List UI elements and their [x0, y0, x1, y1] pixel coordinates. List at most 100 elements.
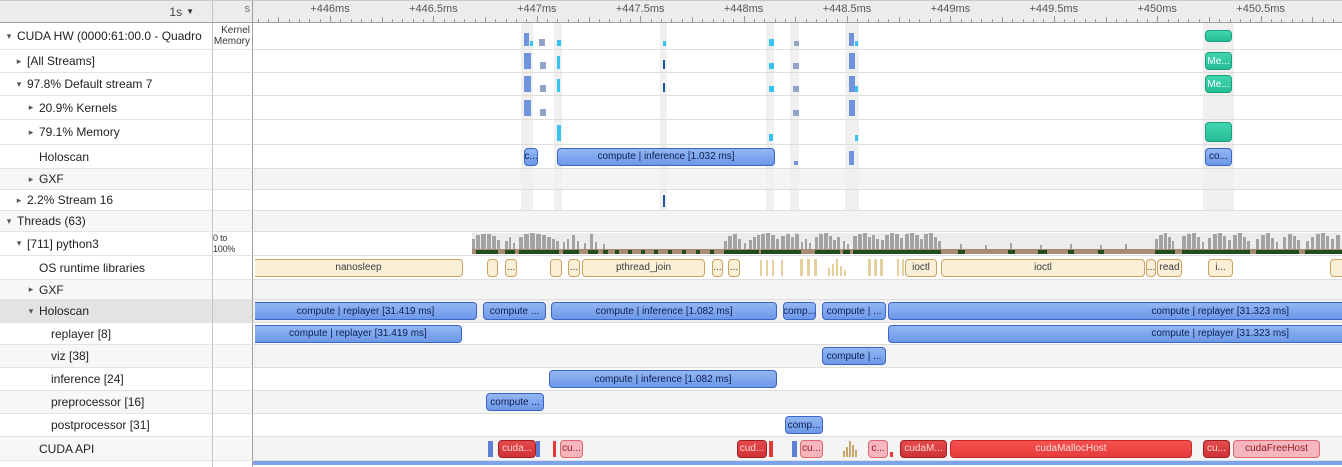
- timeline-row-holoscan-thread[interactable]: compute | replayer [31.419 ms] compute ..…: [253, 300, 1342, 323]
- event-tick[interactable]: [781, 260, 783, 276]
- sidebar-item-stream-16[interactable]: ▸2.2% Stream 16: [0, 190, 213, 211]
- event-bar-nvtx[interactable]: compute | ...: [822, 302, 886, 320]
- event-bar-os[interactable]: pthread_join: [582, 259, 705, 277]
- sidebar-item-next-row[interactable]: [0, 461, 213, 467]
- event-bar-nvtx[interactable]: comp...: [783, 302, 816, 320]
- timeline-row-next-row[interactable]: [253, 461, 1342, 467]
- sidebar-item-cuda-hw[interactable]: ▾CUDA HW (0000:61:00.0 - Quadro: [0, 23, 213, 50]
- event-tick[interactable]: [890, 452, 893, 457]
- event-bar-os[interactable]: ...: [1146, 259, 1156, 277]
- event-bar-nvtx[interactable]: compute | replayer [31.419 ms]: [255, 325, 462, 343]
- timeline-row-threads[interactable]: [253, 211, 1342, 232]
- timeline-row-holoscan-cuda[interactable]: c...compute | inference [1.032 ms]co...: [253, 145, 1342, 169]
- sidebar-item-os-runtime[interactable]: OS runtime libraries: [0, 256, 213, 280]
- event-tick[interactable]: [557, 56, 560, 69]
- event-tick[interactable]: [793, 86, 799, 92]
- event-tick[interactable]: [855, 86, 858, 92]
- event-tick[interactable]: [843, 451, 845, 457]
- timeline-row-preprocessor[interactable]: compute ...: [253, 391, 1342, 414]
- timeline-row-cuda-hw[interactable]: [253, 23, 1342, 50]
- event-bar-nvtx[interactable]: compute ...: [483, 302, 546, 320]
- event-tick[interactable]: [793, 63, 799, 69]
- event-bar-nvtx[interactable]: co...: [1205, 148, 1232, 166]
- timeline-row-viz[interactable]: compute | ...: [253, 345, 1342, 368]
- event-bar-nvtx[interactable]: compute ...: [486, 393, 544, 411]
- sidebar-item-memory[interactable]: ▸79.1% Memory: [0, 120, 213, 145]
- timeline-row-replayer[interactable]: compute | replayer [31.419 ms] compute | …: [253, 323, 1342, 345]
- event-tick[interactable]: [849, 53, 855, 69]
- event-tick[interactable]: [540, 62, 546, 69]
- event-tick[interactable]: [840, 266, 842, 276]
- event-tick[interactable]: [663, 60, 665, 69]
- event-bar-nvtx[interactable]: compute | inference [1.082 ms]: [551, 302, 777, 320]
- event-tick[interactable]: [897, 259, 899, 276]
- event-tick[interactable]: [849, 441, 851, 457]
- event-bar-api-dark[interactable]: cudaM...: [900, 440, 947, 458]
- event-tick[interactable]: [663, 195, 665, 207]
- event-tick[interactable]: [844, 270, 846, 276]
- timescale-dropdown[interactable]: 1s ▼: [0, 1, 213, 22]
- event-bar-teal[interactable]: Me...: [1205, 52, 1232, 70]
- event-bar-nvtx[interactable]: compute | replayer [31.323 ms]: [888, 302, 1342, 320]
- event-bar-api-light[interactable]: cudaFreeHost: [1233, 440, 1320, 458]
- expander-icon[interactable]: ▾: [4, 31, 14, 42]
- sidebar-item-replayer[interactable]: replayer [8]: [0, 323, 213, 345]
- event-bar-os[interactable]: ...: [568, 259, 580, 277]
- event-tick[interactable]: [874, 259, 877, 276]
- timeline-row-gxf-thread[interactable]: [253, 280, 1342, 300]
- event-bar-api-light[interactable]: cu...: [800, 440, 823, 458]
- timeline-row-python3[interactable]: [253, 232, 1342, 256]
- event-tick[interactable]: [557, 40, 561, 46]
- event-bar-nvtx[interactable]: c...: [524, 148, 538, 166]
- event-tick[interactable]: [855, 135, 858, 141]
- event-bar-teal[interactable]: [1205, 30, 1232, 42]
- event-bar-api-light[interactable]: c...: [868, 440, 888, 458]
- event-tick[interactable]: [524, 53, 531, 69]
- event-tick[interactable]: [880, 259, 883, 276]
- event-bar-nvtx[interactable]: compute | inference [1.082 ms]: [549, 370, 777, 388]
- sidebar-item-threads[interactable]: ▾Threads (63): [0, 211, 213, 232]
- event-tick[interactable]: [540, 85, 546, 92]
- event-tick[interactable]: [769, 134, 773, 141]
- event-tick[interactable]: [663, 83, 665, 92]
- event-tick[interactable]: [855, 450, 857, 457]
- sidebar-item-cuda-api[interactable]: CUDA API: [0, 437, 213, 461]
- timeline-row-memory[interactable]: [253, 120, 1342, 145]
- event-bar-os[interactable]: ...: [505, 259, 517, 277]
- expander-icon[interactable]: ▸: [26, 284, 36, 295]
- expander-icon[interactable]: ▸: [26, 174, 36, 185]
- event-bar-os[interactable]: [550, 259, 562, 277]
- expander-icon[interactable]: ▸: [14, 195, 24, 206]
- event-tick[interactable]: [536, 441, 540, 457]
- expander-icon[interactable]: ▾: [4, 216, 14, 227]
- event-tick[interactable]: [852, 445, 854, 457]
- event-bar-os[interactable]: ioctl: [905, 259, 937, 277]
- event-tick[interactable]: [766, 260, 768, 276]
- event-tick[interactable]: [807, 259, 810, 276]
- sidebar-item-postprocessor[interactable]: postprocessor [31]: [0, 414, 213, 437]
- event-tick[interactable]: [814, 259, 817, 276]
- event-tick[interactable]: [553, 441, 556, 457]
- timeline-ruler[interactable]: +446ms+446.5ms+447ms+447.5ms+448ms+448.5…: [253, 1, 1342, 22]
- event-tick[interactable]: [902, 259, 904, 276]
- timeline-row-default-stream-7[interactable]: Me...: [253, 73, 1342, 96]
- event-bar-nvtx[interactable]: comp...: [785, 416, 823, 434]
- event-tick[interactable]: [836, 259, 838, 276]
- event-tick[interactable]: [539, 39, 545, 46]
- event-tick[interactable]: [769, 86, 774, 92]
- event-tick[interactable]: [849, 33, 854, 46]
- expander-icon[interactable]: ▸: [26, 102, 36, 113]
- event-tick[interactable]: [760, 260, 762, 276]
- timeline-row-cuda-api[interactable]: cuda...cu...cud...cu...c...cudaM...cudaM…: [253, 437, 1342, 461]
- sidebar-item-preprocessor[interactable]: preprocessor [16]: [0, 391, 213, 414]
- timeline-row-kernels[interactable]: [253, 96, 1342, 120]
- sidebar-item-gxf-thread[interactable]: ▸GXF: [0, 280, 213, 300]
- timeline-row-inference[interactable]: compute | inference [1.082 ms]: [253, 368, 1342, 391]
- event-tick[interactable]: [488, 441, 493, 457]
- event-bar-nvtx[interactable]: compute | replayer [31.323 ms]: [888, 325, 1342, 343]
- event-tick[interactable]: [769, 63, 774, 69]
- sidebar-item-all-streams[interactable]: ▸[All Streams]: [0, 50, 213, 73]
- event-bar-nvtx[interactable]: compute | replayer [31.419 ms]: [255, 302, 477, 320]
- event-bar-api-dark[interactable]: cu...: [1203, 440, 1230, 458]
- event-bar-os[interactable]: i...: [1208, 259, 1233, 277]
